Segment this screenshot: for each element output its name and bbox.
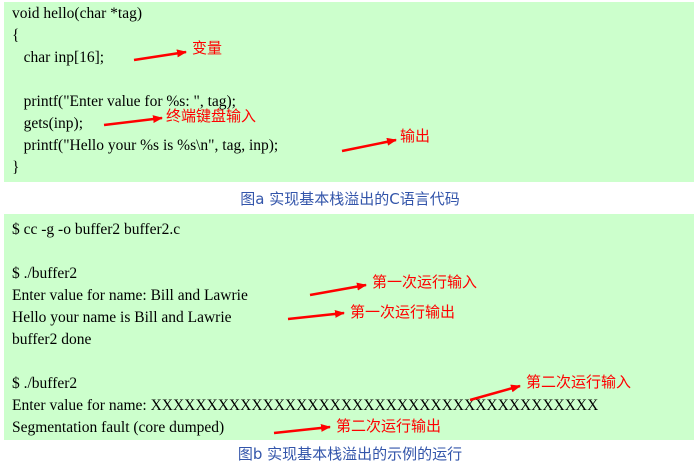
- code-line: {: [12, 27, 20, 44]
- code-line: void hello(char *tag): [12, 5, 142, 22]
- terminal-panel-b: $ cc -g -o buffer2 buffer2.c $ ./buffer2…: [4, 214, 694, 440]
- code-line: printf("Hello your %s is %s\n", tag, inp…: [12, 137, 279, 154]
- code-line: char inp[16];: [12, 49, 105, 66]
- terminal-line: $ cc -g -o buffer2 buffer2.c: [12, 221, 181, 238]
- terminal-line: buffer2 done: [12, 331, 92, 348]
- terminal-line: Enter value for name: XXXXXXXXXXXXXXXXXX…: [12, 397, 599, 414]
- terminal-line: $ ./buffer2: [12, 265, 78, 282]
- annotation-second-run-output: 第二次运行输出: [336, 417, 442, 435]
- code-line: }: [12, 159, 20, 176]
- annotation-first-run-output: 第一次运行输出: [350, 303, 456, 321]
- terminal-line: Enter value for name: Bill and Lawrie: [12, 287, 248, 304]
- caption-figure-a: 图a 实现基本栈溢出的C语言代码: [240, 190, 460, 208]
- code-panel-a: void hello(char *tag) { char inp[16]; pr…: [4, 2, 694, 182]
- code-line: gets(inp);: [12, 115, 84, 132]
- terminal-line: Segmentation fault (core dumped): [12, 419, 225, 436]
- terminal-line: $ ./buffer2: [12, 375, 78, 392]
- annotation-keyboard-input: 终端键盘输入: [166, 107, 257, 125]
- terminal-line: Hello your name is Bill and Lawrie: [12, 309, 232, 326]
- annotation-output: 输出: [400, 127, 431, 145]
- annotation-variable: 变量: [192, 39, 223, 57]
- annotation-first-run-input: 第一次运行输入: [372, 273, 478, 291]
- annotation-second-run-input: 第二次运行输入: [526, 373, 632, 391]
- caption-figure-b: 图b 实现基本栈溢出的示例的运行: [237, 445, 463, 463]
